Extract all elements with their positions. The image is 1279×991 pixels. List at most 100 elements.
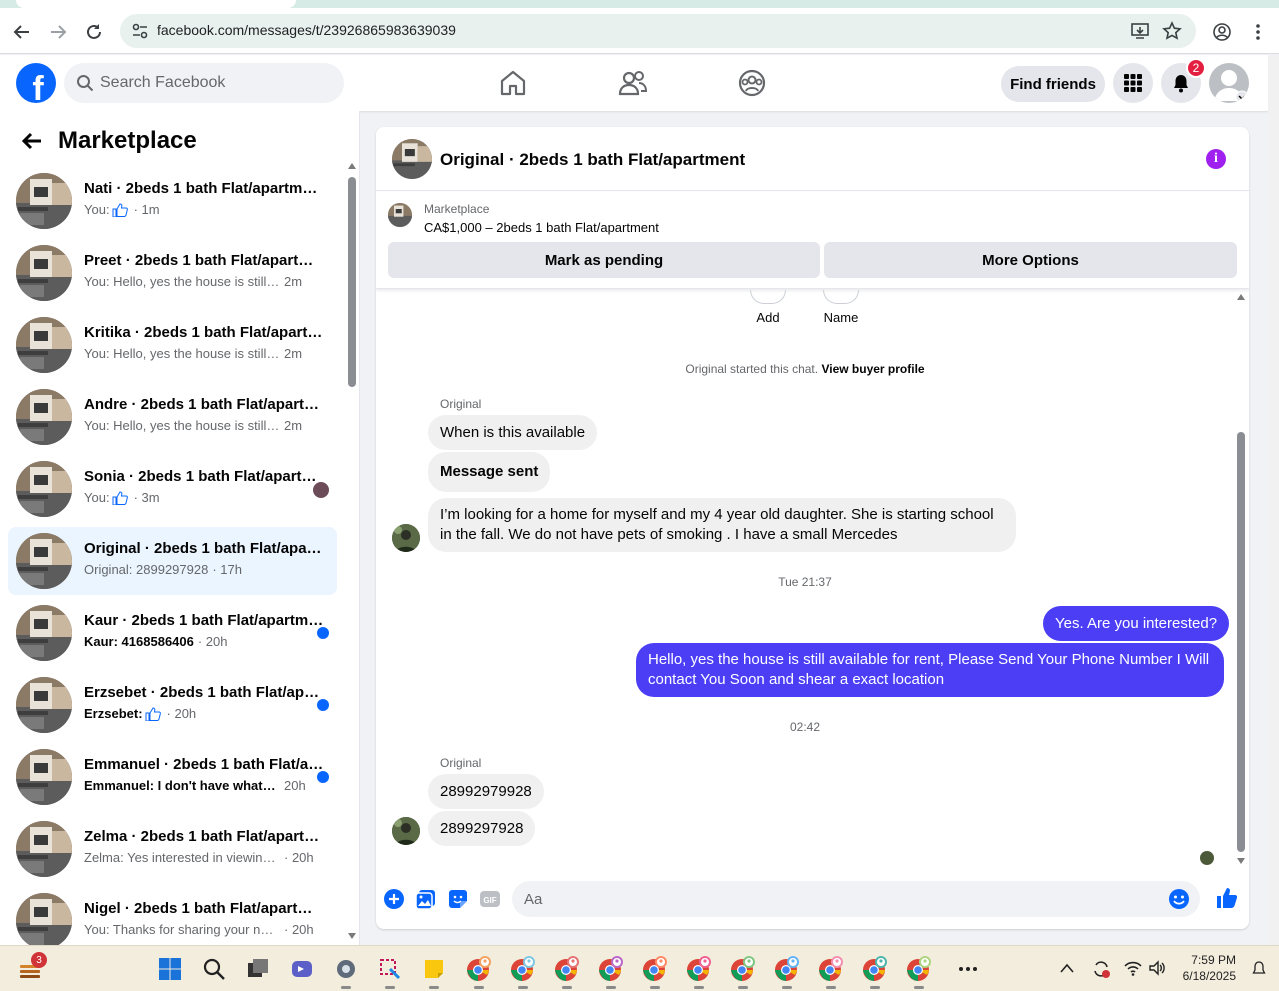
photo-icon[interactable] bbox=[415, 888, 437, 910]
chrome-window-button[interactable] bbox=[465, 955, 493, 989]
chrome-window-button[interactable] bbox=[729, 955, 757, 989]
account-avatar[interactable] bbox=[1209, 63, 1249, 103]
sender-avatar[interactable] bbox=[392, 524, 420, 552]
more-apps-button[interactable] bbox=[954, 955, 982, 983]
meet-button[interactable] bbox=[288, 955, 316, 983]
more-options-button[interactable]: More Options bbox=[824, 242, 1237, 278]
search-button[interactable] bbox=[200, 955, 228, 983]
listing-thumbnail bbox=[16, 749, 72, 805]
sidebar-scroll-thumb[interactable] bbox=[348, 177, 356, 387]
sticky-notes-button[interactable] bbox=[420, 955, 448, 989]
find-friends-button[interactable]: Find friends bbox=[1001, 66, 1105, 102]
facebook-search[interactable] bbox=[64, 63, 344, 103]
back-arrow-icon[interactable] bbox=[20, 129, 44, 153]
plus-icon[interactable] bbox=[383, 888, 405, 910]
chat-scroll-thumb[interactable] bbox=[1237, 432, 1245, 852]
url-text: facebook.com/messages/t/2392686598363903… bbox=[157, 22, 456, 38]
preview-text: Erzsebet: bbox=[84, 706, 143, 721]
sticker-icon[interactable] bbox=[447, 888, 469, 910]
message-thread: Add Name Original started this chat. Vie… bbox=[376, 290, 1249, 870]
start-button[interactable] bbox=[156, 955, 184, 983]
sender-avatar[interactable] bbox=[392, 817, 420, 845]
chrome-window-button[interactable] bbox=[773, 955, 801, 989]
back-icon[interactable] bbox=[8, 18, 36, 46]
scroll-down-icon[interactable] bbox=[1237, 858, 1245, 864]
conversation-item[interactable]: Sonia · 2beds 1 bath Flat/apartment You: … bbox=[8, 455, 337, 523]
conversation-item[interactable]: Erzsebet · 2beds 1 bath Flat/apartment Er… bbox=[8, 671, 337, 739]
listing-price[interactable]: CA$1,000 – 2beds 1 bath Flat/apartment bbox=[424, 220, 659, 235]
notification-center-icon[interactable] bbox=[1251, 961, 1267, 977]
outgoing-message-bubble[interactable]: Yes. Are you interested? bbox=[1043, 606, 1230, 641]
clock[interactable]: 7:59 PM 6/18/2025 bbox=[1176, 952, 1236, 984]
sync-icon[interactable] bbox=[1091, 959, 1111, 979]
preview-text: Zelma: Yes interested in viewing p... bbox=[84, 850, 280, 865]
chrome-window-button[interactable] bbox=[597, 955, 625, 989]
chat-title[interactable]: Original · 2beds 1 bath Flat/apartment bbox=[440, 150, 745, 170]
chat-scrollbar[interactable] bbox=[1234, 290, 1248, 870]
menu-grid-button[interactable] bbox=[1113, 63, 1153, 103]
message-bubble[interactable]: When is this available bbox=[428, 415, 598, 450]
message-sent-bubble[interactable]: Message sent bbox=[428, 452, 551, 492]
friends-icon[interactable] bbox=[617, 67, 649, 99]
mark-pending-button[interactable]: Mark as pending bbox=[388, 242, 820, 278]
chrome-window-button[interactable] bbox=[641, 955, 669, 989]
scroll-up-icon[interactable] bbox=[348, 163, 356, 169]
reload-icon[interactable] bbox=[80, 18, 108, 46]
conversation-item[interactable]: Nigel · 2beds 1 bath Flat/apartment You: … bbox=[8, 887, 337, 945]
like-icon[interactable] bbox=[1215, 886, 1239, 910]
site-settings-icon[interactable] bbox=[130, 21, 150, 41]
emoji-icon[interactable] bbox=[1168, 888, 1190, 910]
chrome-window-button[interactable] bbox=[685, 955, 713, 989]
message-bubble[interactable]: I’m looking for a home for myself and my… bbox=[428, 498, 1016, 552]
groups-icon[interactable] bbox=[736, 67, 768, 99]
volume-icon[interactable] bbox=[1148, 960, 1166, 976]
tray-chevron-icon[interactable] bbox=[1060, 963, 1074, 973]
browser-menu-icon[interactable] bbox=[1248, 22, 1268, 42]
quick-action-name[interactable]: Name bbox=[816, 290, 866, 325]
forward-icon[interactable] bbox=[44, 18, 72, 46]
listing-small-thumbnail[interactable] bbox=[388, 203, 412, 227]
scroll-up-icon[interactable] bbox=[1237, 294, 1245, 300]
info-icon[interactable]: i bbox=[1206, 149, 1226, 169]
conversation-item[interactable]: Emmanuel · 2beds 1 bath Flat/apartment Em… bbox=[8, 743, 337, 811]
listing-thumbnail bbox=[16, 893, 72, 945]
message-input-wrapper[interactable] bbox=[512, 881, 1200, 917]
message-input[interactable] bbox=[524, 881, 1144, 917]
conversation-item[interactable]: Nati · 2beds 1 bath Flat/apartment You: ·… bbox=[8, 167, 337, 235]
wifi-icon[interactable] bbox=[1124, 960, 1142, 976]
conversation-time: 2m bbox=[284, 418, 303, 433]
message-bubble[interactable]: 2899297928 bbox=[428, 811, 536, 846]
quick-action-add[interactable]: Add bbox=[750, 290, 786, 325]
chrome-window-button[interactable] bbox=[905, 955, 933, 989]
scroll-down-icon[interactable] bbox=[348, 933, 356, 939]
bookmark-star-icon[interactable] bbox=[1162, 21, 1182, 41]
conversation-item[interactable]: Zelma · 2beds 1 bath Flat/apartment Zelma… bbox=[8, 815, 337, 883]
view-buyer-profile-link[interactable]: View buyer profile bbox=[821, 362, 924, 376]
chrome-window-button[interactable] bbox=[553, 955, 581, 989]
chrome-window-button[interactable] bbox=[817, 955, 845, 989]
chrome-window-button[interactable] bbox=[509, 955, 537, 989]
gif-icon[interactable]: GIF bbox=[479, 888, 501, 910]
conversation-item[interactable]: Original · 2beds 1 bath Flat/apartment Or… bbox=[8, 527, 337, 595]
outgoing-message-bubble[interactable]: Hello, yes the house is still available … bbox=[636, 643, 1224, 697]
address-bar[interactable]: facebook.com/messages/t/2392686598363903… bbox=[120, 14, 1196, 48]
search-input[interactable] bbox=[100, 63, 330, 103]
install-app-icon[interactable] bbox=[1130, 21, 1150, 41]
profile-icon[interactable] bbox=[1212, 22, 1232, 42]
snipping-tool-button[interactable] bbox=[376, 955, 404, 989]
listing-thumbnail[interactable] bbox=[392, 139, 432, 179]
active-tab[interactable] bbox=[16, 0, 296, 8]
chrome-window-button[interactable] bbox=[861, 955, 889, 989]
message-bubble[interactable]: 28992979928 bbox=[428, 774, 544, 809]
sidebar-scrollbar[interactable] bbox=[346, 161, 358, 945]
page-scrollbar[interactable] bbox=[1268, 55, 1279, 945]
conversation-item[interactable]: Kaur · 2beds 1 bath Flat/apartment Kaur: … bbox=[8, 599, 337, 667]
conversation-item[interactable]: Kritika · 2beds 1 bath Flat/apartment You… bbox=[8, 311, 337, 379]
conversation-item[interactable]: Preet · 2beds 1 bath Flat/apartment You: … bbox=[8, 239, 337, 307]
task-view-button[interactable] bbox=[244, 955, 272, 983]
facebook-logo[interactable]: f bbox=[16, 63, 56, 103]
home-icon[interactable] bbox=[497, 67, 529, 99]
settings-button[interactable] bbox=[332, 955, 360, 989]
conversation-title: Nati · 2beds 1 bath Flat/apartment bbox=[84, 180, 324, 197]
conversation-item[interactable]: Andre · 2beds 1 bath Flat/apartment You: … bbox=[8, 383, 337, 451]
